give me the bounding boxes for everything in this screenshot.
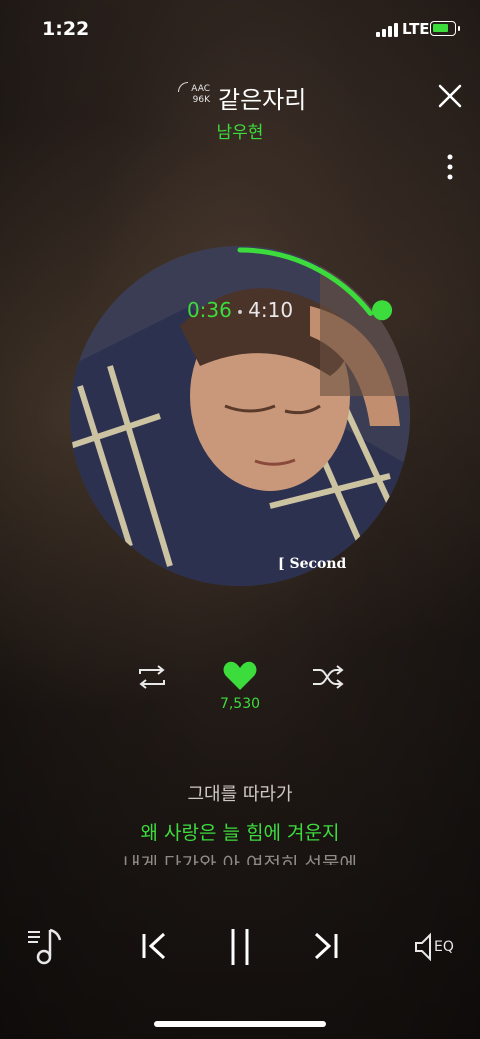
- like-button[interactable]: [222, 660, 258, 692]
- previous-track-icon: [142, 932, 166, 960]
- time-separator: •: [235, 305, 245, 321]
- playlist-button[interactable]: [26, 926, 66, 966]
- artist-name[interactable]: 남우현: [0, 118, 480, 143]
- eq-label: EQ: [434, 939, 454, 955]
- shuffle-icon: [313, 665, 344, 689]
- codec-badge: AAC 96K: [180, 84, 210, 110]
- network-type: LTE: [402, 20, 430, 38]
- equalizer-button[interactable]: EQ: [414, 932, 464, 962]
- album-text: [ Second: [278, 556, 347, 572]
- song-title: 같은자리: [218, 86, 307, 114]
- home-indicator[interactable]: [154, 1021, 326, 1027]
- close-button[interactable]: [434, 80, 466, 112]
- lyric-next-line: 내게 다가와 아 여전히 선물에: [0, 855, 480, 865]
- action-row: 7,530: [0, 660, 480, 720]
- repeat-icon: [139, 665, 165, 689]
- progress-ring[interactable]: [60, 236, 420, 596]
- repeat-button[interactable]: [134, 664, 170, 690]
- current-time: 0:36: [186, 298, 232, 322]
- status-bar: 1:22 LTE: [0, 0, 480, 60]
- heart-icon: [223, 661, 257, 690]
- close-icon: [438, 84, 462, 108]
- more-vertical-icon: [447, 154, 453, 180]
- codec-bitrate: 96K: [192, 95, 210, 105]
- next-button[interactable]: [310, 930, 344, 962]
- playback-controls: EQ: [0, 920, 480, 980]
- codec-format: AAC: [191, 84, 210, 94]
- pause-icon: [231, 929, 249, 965]
- battery-cap: [458, 26, 460, 31]
- speaker-icon: [415, 932, 431, 962]
- album-player[interactable]: [60, 236, 420, 596]
- battery-icon: [430, 21, 456, 36]
- lyric-current-line: 왜 사랑은 늘 힘에 겨운지: [140, 822, 340, 844]
- shuffle-button[interactable]: [310, 664, 346, 690]
- lyric-previous-line: 그대를 따라가: [187, 784, 293, 805]
- status-time: 1:22: [42, 18, 90, 40]
- next-track-icon: [314, 932, 338, 960]
- lyrics-panel[interactable]: 그대를 따라가 왜 사랑은 늘 힘에 겨운지 내게 다가와 아 여전히 선물에: [0, 780, 480, 865]
- more-options-button[interactable]: [440, 152, 460, 184]
- pause-button[interactable]: [222, 926, 258, 968]
- like-count: 7,530: [219, 696, 261, 712]
- time-readout: 0:36 • 4:10: [0, 298, 480, 322]
- signal-strength-icon: [376, 23, 398, 37]
- total-time: 4:10: [248, 298, 294, 322]
- playlist-icon: [28, 928, 62, 965]
- previous-button[interactable]: [136, 930, 170, 962]
